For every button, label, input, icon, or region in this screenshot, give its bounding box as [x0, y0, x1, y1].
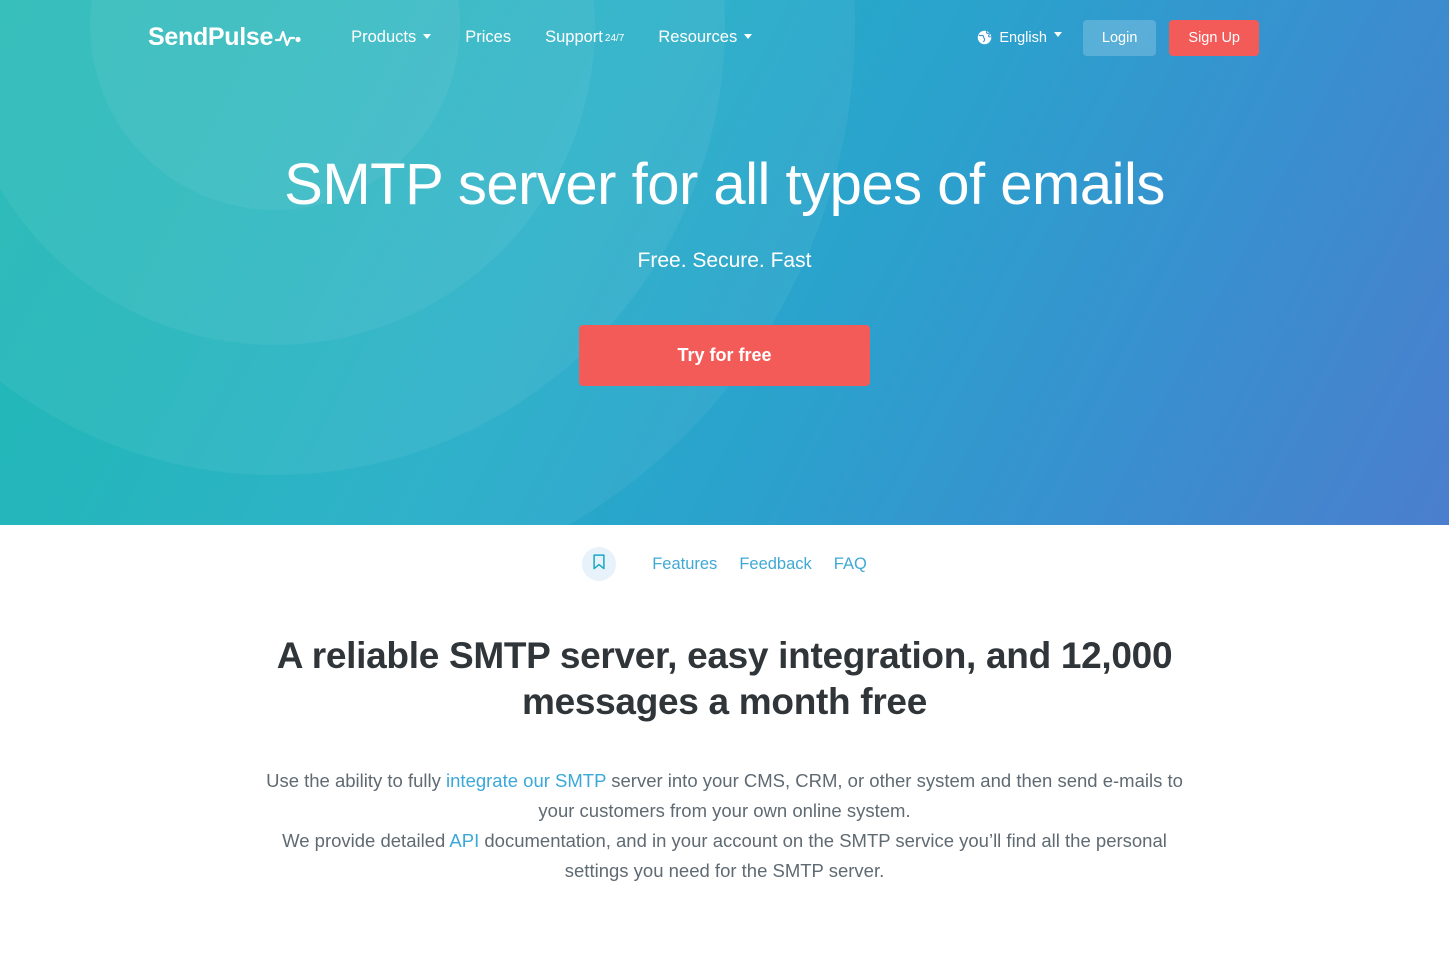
hero-cta-wrapper: Try for free	[0, 324, 1449, 386]
chevron-down-icon	[423, 34, 432, 39]
try-for-free-button[interactable]: Try for free	[579, 324, 870, 386]
paragraph-2-before: We provide detailed	[282, 829, 450, 851]
hero-title: SMTP server for all types of emails	[284, 152, 1165, 217]
main-content: A reliable SMTP server, easy integration…	[0, 581, 1449, 886]
paragraph-2-after: documentation, and in your account on th…	[479, 829, 1167, 881]
subnav-item-feedback[interactable]: Feedback	[739, 555, 811, 574]
nav-item-resources[interactable]: Resources	[656, 22, 754, 53]
paragraph-1-before: Use the ability to fully	[266, 769, 447, 791]
nav-item-support-label: Support	[545, 28, 603, 46]
nav-item-products[interactable]: Products	[349, 22, 433, 53]
pulse-wave-icon	[275, 29, 307, 47]
nav-item-support[interactable]: Support 24/7	[543, 22, 626, 53]
intro-paragraph-2: We provide detailed API documentation, a…	[260, 826, 1190, 886]
intro-paragraph-1: Use the ability to fully integrate our S…	[260, 766, 1190, 826]
nav-item-prices[interactable]: Prices	[463, 22, 513, 53]
chevron-down-icon	[744, 34, 753, 39]
subnav-item-features[interactable]: Features	[652, 555, 717, 574]
main-navbar: SendPulse Products Prices Support 24/7 R…	[0, 0, 1449, 85]
hero-subtitle: Free. Secure. Fast	[637, 248, 812, 272]
language-label: English	[999, 29, 1047, 46]
bookmark-icon-circle[interactable]	[582, 547, 617, 581]
page-title: A reliable SMTP server, easy integration…	[276, 635, 1173, 723]
api-link[interactable]: API	[449, 830, 479, 851]
nav-item-products-label: Products	[351, 28, 417, 46]
integrate-smtp-link[interactable]: integrate our SMTP	[446, 770, 606, 791]
nav-item-support-sup: 24/7	[604, 33, 625, 44]
signup-button[interactable]: Sign Up	[1169, 19, 1259, 56]
chevron-down-icon	[1053, 32, 1062, 37]
language-selector[interactable]: English	[973, 24, 1066, 52]
brand-logo-text: SendPulse	[148, 23, 274, 51]
nav-right-actions: English Login Sign Up	[973, 19, 1259, 56]
hero-content: SMTP server for all types of emails Free…	[0, 85, 1449, 386]
section-subnav: Features Feedback FAQ	[0, 525, 1449, 581]
login-button[interactable]: Login	[1082, 19, 1157, 56]
paragraph-1-after: server into your CMS, CRM, or other syst…	[538, 769, 1183, 821]
nav-item-prices-label: Prices	[465, 28, 512, 46]
brand-logo[interactable]: SendPulse	[148, 23, 307, 52]
hero-section: SendPulse Products Prices Support 24/7 R…	[0, 0, 1449, 525]
globe-icon	[977, 30, 992, 45]
nav-item-resources-label: Resources	[658, 28, 738, 46]
nav-links: Products Prices Support 24/7 Resources	[349, 22, 754, 53]
subnav-item-faq[interactable]: FAQ	[834, 555, 867, 574]
bookmark-icon	[593, 553, 605, 575]
